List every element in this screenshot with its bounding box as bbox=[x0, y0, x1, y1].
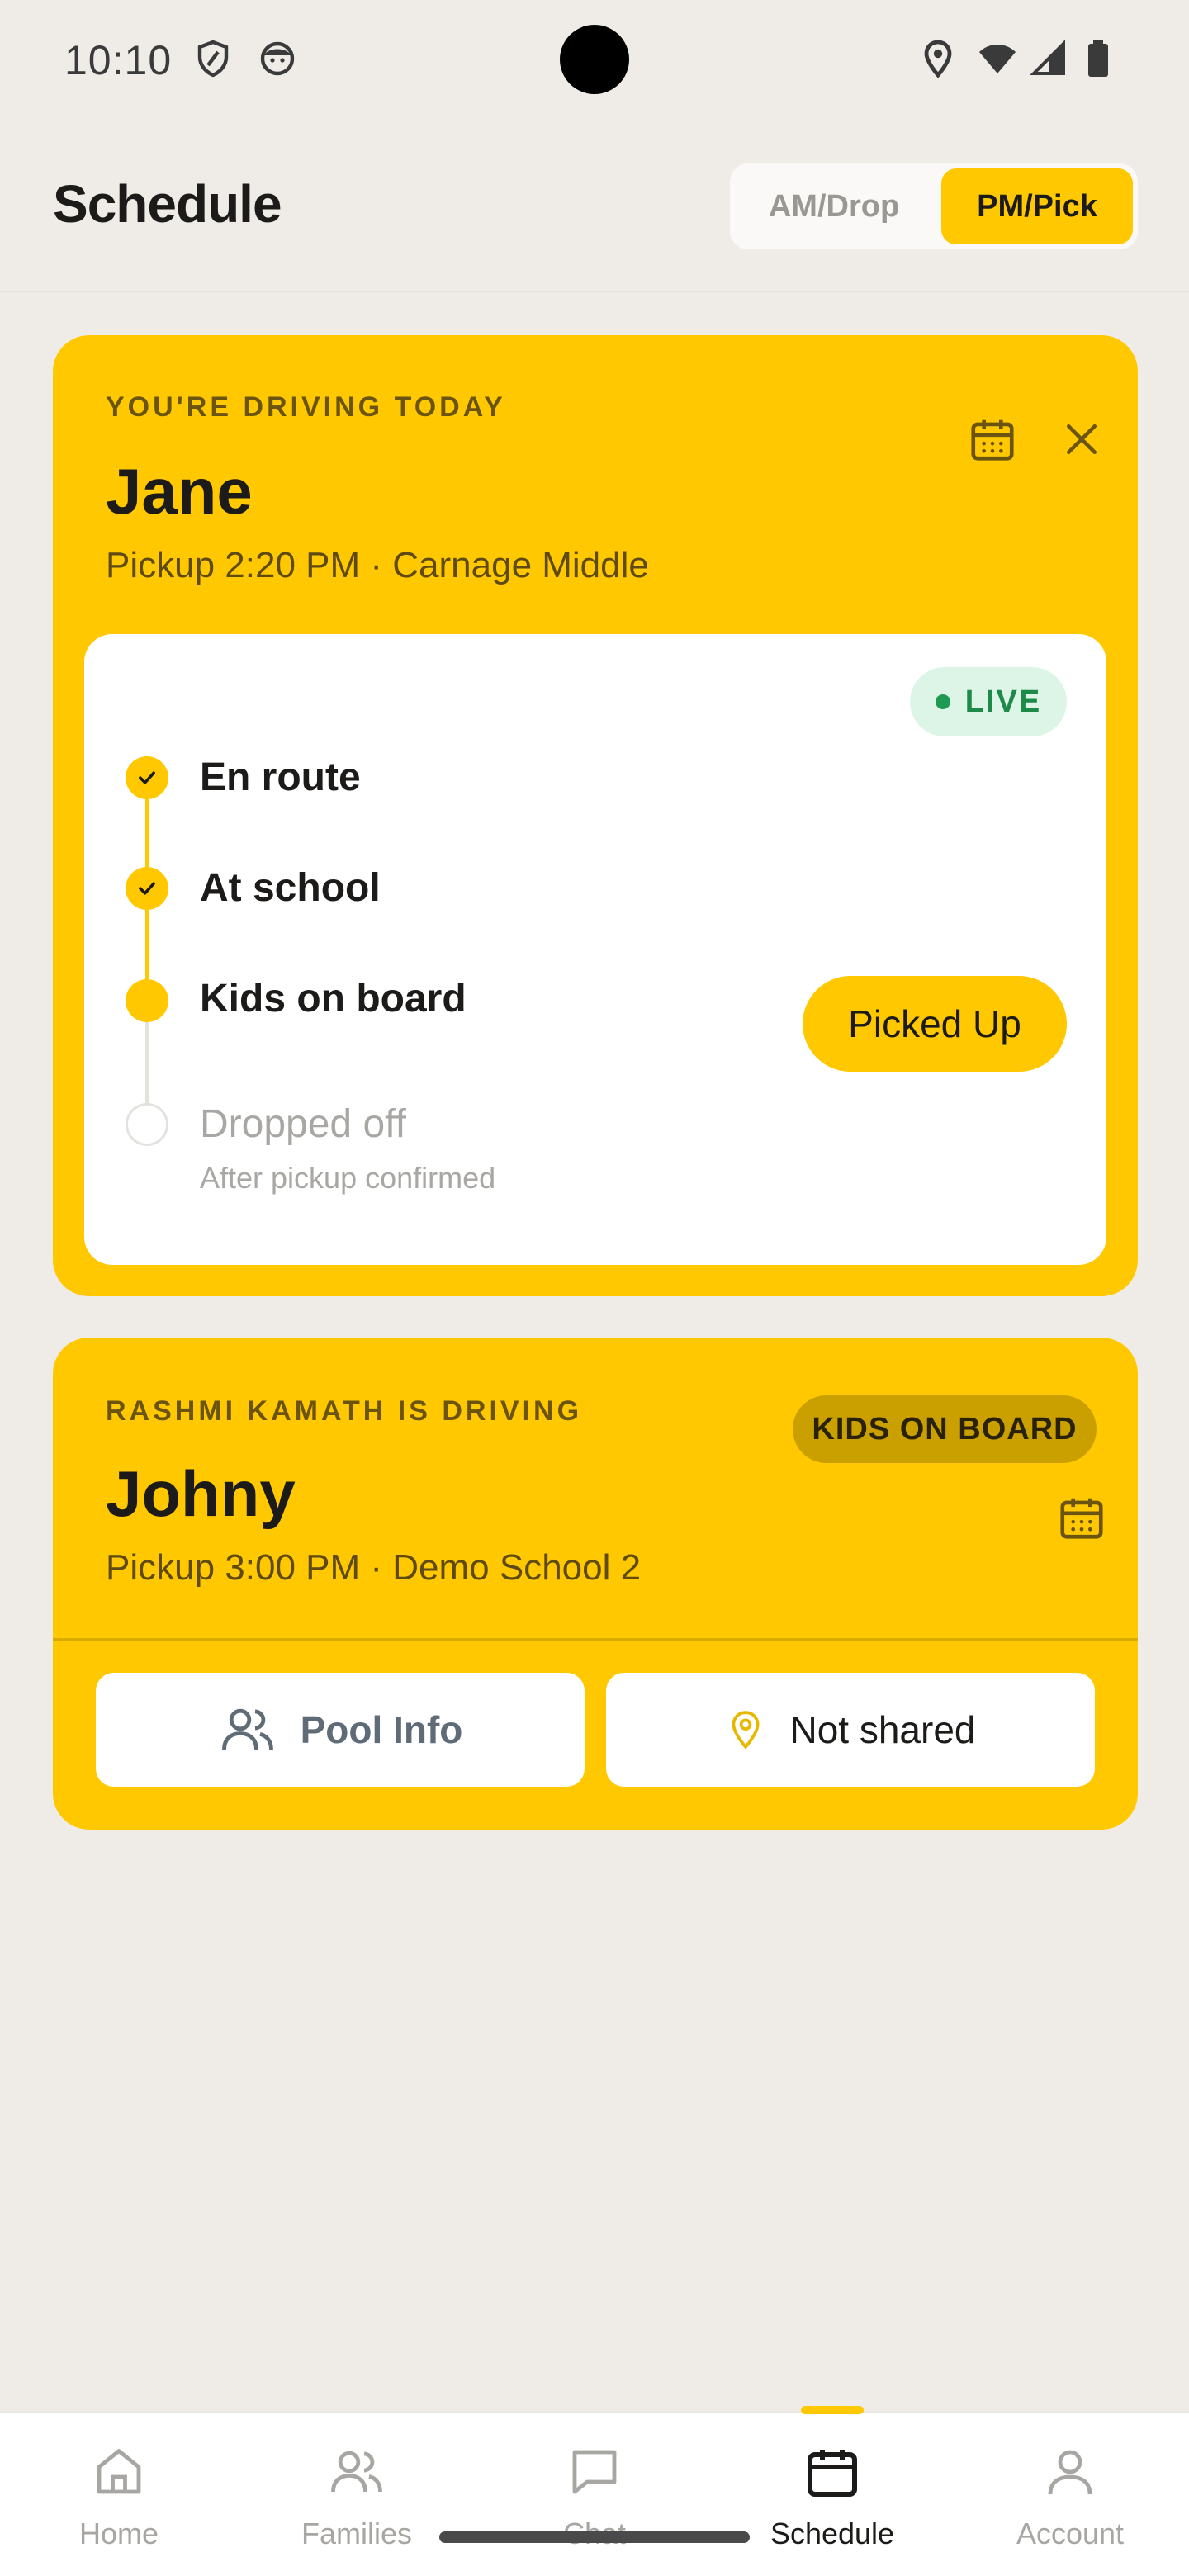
live-dot bbox=[935, 694, 950, 709]
other-trip-card[interactable]: RASHMI KAMATH IS DRIVING KIDS ON BOARD J… bbox=[53, 1338, 1138, 1830]
driver-eyebrow: RASHMI KAMATH IS DRIVING bbox=[106, 1395, 583, 1427]
location-pin-icon bbox=[732, 1711, 760, 1750]
wifi-icon bbox=[979, 45, 1016, 73]
calendar-icon[interactable] bbox=[963, 410, 1022, 469]
step-label-kids-on-board: Kids on board bbox=[200, 977, 467, 1020]
app-header: Schedule AM/Drop PM/Pick bbox=[0, 124, 1189, 292]
status-time: 10:10 bbox=[64, 37, 173, 83]
pool-info-label: Pool Info bbox=[300, 1708, 463, 1751]
signal-icon bbox=[1030, 40, 1065, 75]
step-sub-dropped-off: After pickup confirmed bbox=[200, 1161, 496, 1195]
picked-up-button[interactable]: Picked Up bbox=[803, 976, 1067, 1072]
calendar-icon bbox=[808, 2450, 857, 2497]
nav-schedule[interactable]: Schedule bbox=[713, 2406, 951, 2576]
page-title: Schedule bbox=[53, 174, 282, 234]
active-tab-indicator bbox=[801, 2406, 864, 2414]
active-trip-card: YOU'RE DRIVING TODAY Jane Pickup 2:20 PM… bbox=[53, 335, 1138, 1296]
camera-cutout bbox=[560, 25, 629, 94]
close-icon[interactable] bbox=[1052, 410, 1111, 469]
battery-icon bbox=[1088, 40, 1108, 77]
step-label-at-school: At school bbox=[200, 866, 381, 910]
nav-home[interactable]: Home bbox=[0, 2413, 238, 2576]
nav-chat[interactable]: Chat bbox=[476, 2413, 713, 2576]
home-icon bbox=[97, 2449, 141, 2494]
nav-account[interactable]: Account bbox=[951, 2413, 1189, 2576]
step-label-en-route: En route bbox=[200, 755, 361, 799]
live-label: LIVE bbox=[964, 684, 1042, 719]
check-icon bbox=[126, 867, 168, 910]
card-divider bbox=[53, 1638, 1138, 1641]
nav-families[interactable]: Families bbox=[238, 2413, 476, 2576]
kid-name: Johny bbox=[106, 1457, 296, 1530]
share-status-label: Not shared bbox=[789, 1708, 976, 1751]
driver-eyebrow: YOU'RE DRIVING TODAY bbox=[106, 391, 506, 423]
account-icon bbox=[1048, 2450, 1092, 2495]
nav-label-account: Account bbox=[1016, 2517, 1125, 2550]
pending-step-dot bbox=[126, 1103, 168, 1146]
pickup-details: Pickup 2:20 PM · Carnage Middle bbox=[106, 545, 649, 585]
pickup-details: Pickup 3:00 PM · Demo School 2 bbox=[106, 1547, 642, 1588]
shield-icon bbox=[197, 40, 229, 78]
bottom-navigation: Home Families Chat Schedule Account bbox=[0, 2406, 1189, 2576]
trip-type-toggle: AM/Drop PM/Pick bbox=[730, 163, 1138, 249]
kid-name: Jane bbox=[106, 455, 253, 528]
location-icon bbox=[924, 40, 952, 78]
status-badge: KIDS ON BOARD bbox=[793, 1395, 1097, 1463]
segment-am-drop[interactable]: AM/Drop bbox=[735, 168, 933, 244]
people-icon bbox=[221, 1708, 273, 1750]
home-indicator[interactable] bbox=[439, 2531, 750, 2543]
location-share-button[interactable]: Not shared bbox=[606, 1673, 1095, 1787]
segment-pm-pick[interactable]: PM/Pick bbox=[941, 168, 1133, 244]
nav-label-home: Home bbox=[78, 2517, 159, 2550]
live-badge: LIVE bbox=[910, 667, 1067, 736]
trip-progress-tracker: LIVE En route At school Kids on board Dr… bbox=[84, 634, 1106, 1265]
status-bar: 10:10 bbox=[0, 0, 1189, 124]
step-label-dropped-off: Dropped off bbox=[200, 1102, 406, 1146]
chat-icon bbox=[572, 2450, 617, 2494]
current-step-dot bbox=[126, 979, 168, 1022]
check-icon bbox=[126, 756, 168, 799]
pool-info-button[interactable]: Pool Info bbox=[96, 1673, 585, 1787]
calendar-icon[interactable] bbox=[1052, 1488, 1111, 1547]
face-icon bbox=[260, 41, 295, 76]
families-icon bbox=[331, 2451, 382, 2493]
